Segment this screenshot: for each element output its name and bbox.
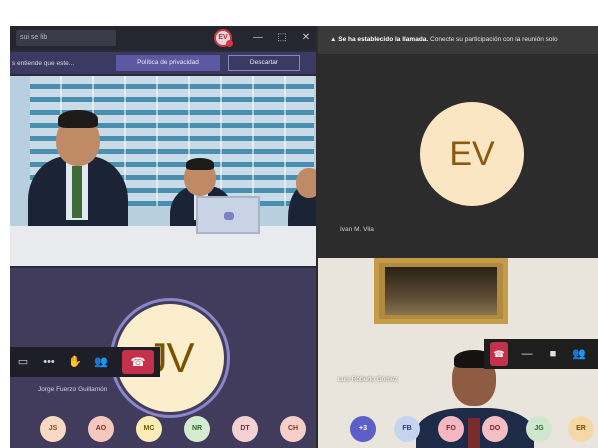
screen: sui se lib EV — ⬚ ✕ s entiende que este.… [10, 26, 598, 448]
wall-painting [374, 258, 508, 324]
maximize-icon[interactable]: ⬚ [274, 30, 290, 46]
participant-name-ev: Ivan M. Vila [340, 226, 374, 233]
meeting-window-right: ▲ Se ha establecido la llamada. Conecte … [318, 26, 598, 448]
notice-text: Conecte su participación con la reunión … [430, 36, 558, 43]
warning-icon: ▲ [330, 36, 339, 43]
window-title: sui se lib [16, 30, 116, 46]
participants-icon[interactable]: 👥 [88, 347, 114, 377]
participants-icon[interactable]: 👥 [566, 339, 592, 369]
participant-hair [186, 158, 214, 170]
participant-name-jv: Jorge Fuerzo Guillamón [38, 386, 108, 393]
participant-avatar[interactable]: NR [184, 416, 210, 442]
participant-head [296, 168, 316, 198]
discard-button[interactable]: Descartar [228, 55, 300, 71]
title-bar: sui se lib EV — ⬚ ✕ [10, 26, 316, 50]
laptop-logo [224, 212, 234, 220]
notice-title: Se ha establecido la llamada. [338, 36, 429, 43]
participant-avatar[interactable]: AO [88, 416, 114, 442]
hangup-button[interactable]: ☎ [122, 350, 154, 374]
call-controls-right: ☎ — ■ 👥 [484, 339, 598, 369]
account-avatar[interactable]: EV [214, 29, 233, 47]
video-feed-conference [10, 76, 316, 266]
painting-art [385, 267, 497, 315]
participant-avatar[interactable]: FB [394, 416, 420, 442]
call-controls-left: ▭ ••• ✋ 👥 ☎ [10, 347, 160, 377]
minimize-icon[interactable]: — [250, 30, 266, 46]
laptop [196, 196, 260, 234]
minimize-icon[interactable]: — [514, 339, 540, 369]
more-options-icon[interactable]: ••• [36, 347, 62, 377]
banner-message: s entiende que este... [12, 59, 75, 67]
participant-avatar[interactable]: ER [568, 416, 594, 442]
participant-avatar[interactable]: JG [526, 416, 552, 442]
privacy-banner: s entiende que este... Política de priva… [10, 52, 316, 74]
participant-tie [72, 166, 82, 218]
avatar-ev: EV [420, 102, 524, 206]
meeting-window-left: sui se lib EV — ⬚ ✕ s entiende que este.… [10, 26, 316, 448]
participant-avatar[interactable]: MC [136, 416, 162, 442]
video-icon[interactable]: ▭ [10, 347, 36, 377]
call-notice: ▲ Se ha establecido la llamada. Conecte … [318, 26, 598, 54]
participant-avatar[interactable]: DO [482, 416, 508, 442]
privacy-policy-button[interactable]: Política de privacidad [116, 55, 220, 71]
participant-avatar[interactable]: +3 [350, 416, 376, 442]
conference-table [10, 226, 316, 266]
participant-avatar[interactable]: CH [280, 416, 306, 442]
raise-hand-icon[interactable]: ✋ [62, 347, 88, 377]
close-icon[interactable]: ✕ [298, 30, 314, 46]
participant-avatar[interactable]: JS [40, 416, 66, 442]
hangup-button[interactable]: ☎ [490, 342, 508, 366]
status-dot-icon [226, 40, 233, 47]
participant-name-speaker: Luis Roberto Gómez [338, 376, 398, 383]
participant-avatar[interactable]: DT [232, 416, 258, 442]
video-icon[interactable]: ■ [540, 339, 566, 369]
participant-avatar-row: +3 FB FO DO JG ER [318, 410, 598, 448]
participant-avatar[interactable]: FO [438, 416, 464, 442]
participant-avatar-row: JS AO MC NR DT CH [10, 410, 316, 448]
participant-hair [58, 110, 98, 128]
